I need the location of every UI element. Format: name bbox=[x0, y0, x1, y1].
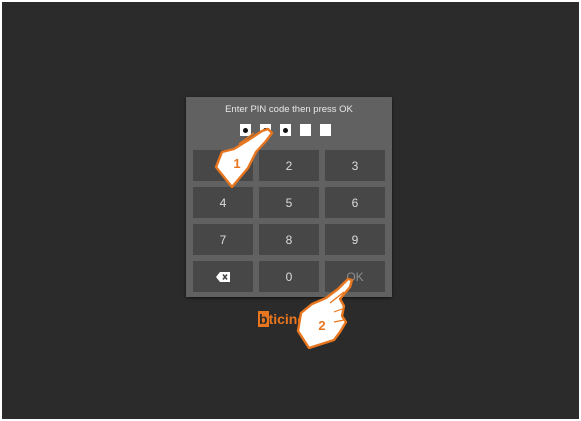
pin-prompt: Enter PIN code then press OK bbox=[225, 104, 353, 115]
key-label: 1 bbox=[219, 158, 227, 173]
key-backspace[interactable] bbox=[193, 261, 253, 292]
key-4[interactable]: 4 bbox=[193, 187, 253, 218]
key-5[interactable]: 5 bbox=[259, 187, 319, 218]
key-label: 4 bbox=[219, 195, 227, 210]
logo-rest: ticino bbox=[268, 311, 306, 327]
key-label: 5 bbox=[285, 195, 293, 210]
key-label: 2 bbox=[285, 158, 293, 173]
key-1[interactable]: 1 bbox=[193, 150, 253, 181]
pin-slot-1 bbox=[240, 124, 251, 136]
key-9[interactable]: 9 bbox=[325, 224, 385, 255]
key-label: 6 bbox=[351, 195, 359, 210]
key-2[interactable]: 2 bbox=[259, 150, 319, 181]
pin-indicator bbox=[240, 124, 331, 136]
bticino-logo: bticino bbox=[258, 311, 306, 327]
logo-b: b bbox=[258, 311, 269, 327]
backspace-icon bbox=[216, 271, 230, 282]
key-7[interactable]: 7 bbox=[193, 224, 253, 255]
key-label: 8 bbox=[285, 232, 293, 247]
pin-slot-3 bbox=[280, 124, 291, 136]
key-label: 9 bbox=[351, 232, 359, 247]
key-3[interactable]: 3 bbox=[325, 150, 385, 181]
key-6[interactable]: 6 bbox=[325, 187, 385, 218]
key-label: 7 bbox=[219, 232, 227, 247]
key-ok[interactable]: OK bbox=[325, 261, 385, 292]
key-0[interactable]: 0 bbox=[259, 261, 319, 292]
pin-slot-2 bbox=[260, 124, 271, 136]
key-label: 3 bbox=[351, 158, 359, 173]
key-label: 0 bbox=[285, 269, 293, 284]
key-8[interactable]: 8 bbox=[259, 224, 319, 255]
key-label: OK bbox=[346, 269, 364, 284]
pin-slot-4 bbox=[300, 124, 311, 136]
keypad: 1 2 3 4 5 6 7 8 9 0 OK bbox=[193, 150, 385, 292]
pin-slot-5 bbox=[320, 124, 331, 136]
